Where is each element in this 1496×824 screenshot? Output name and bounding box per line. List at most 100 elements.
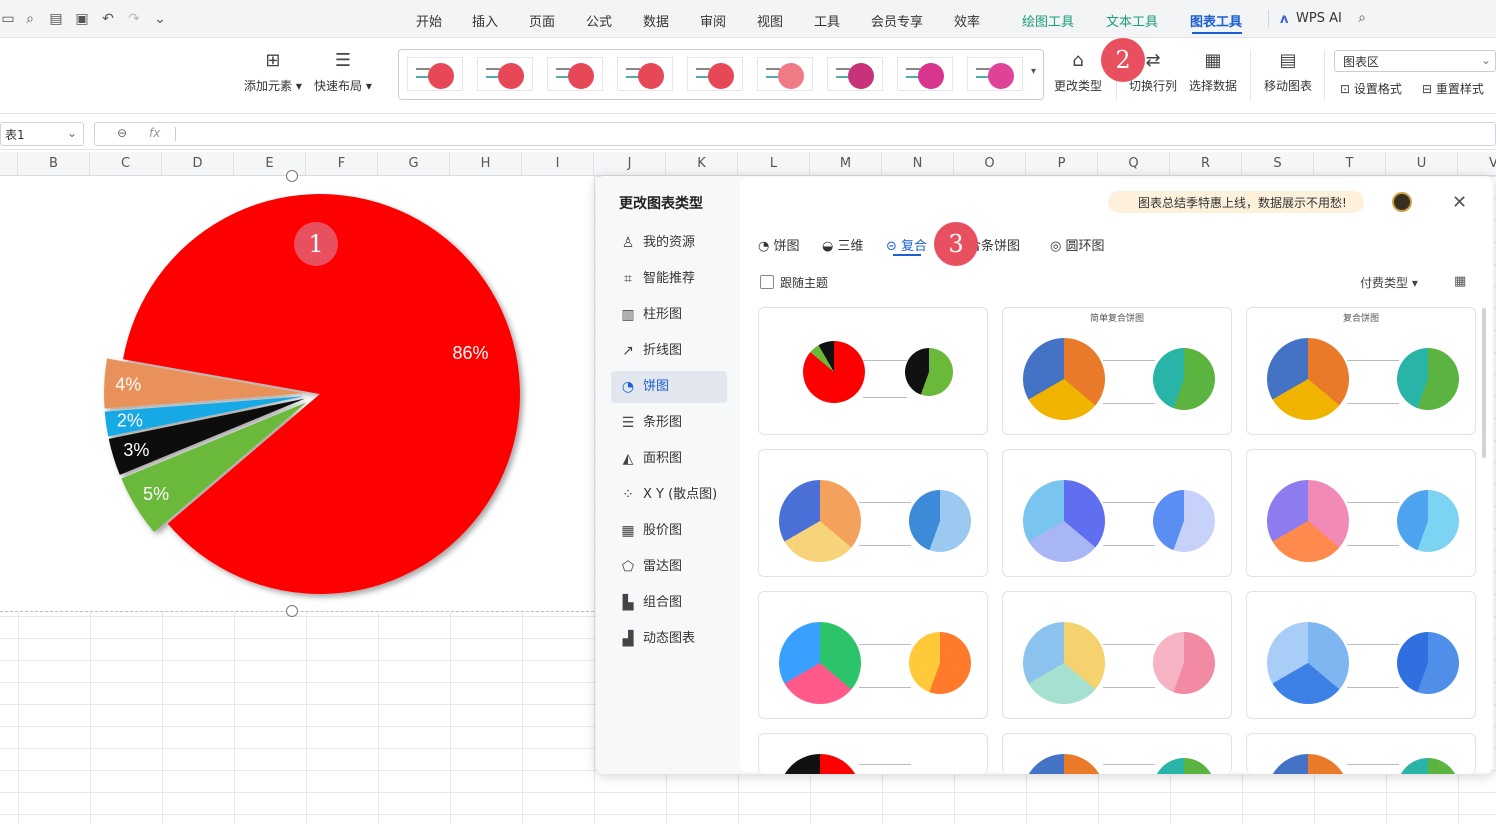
chart-template-card[interactable] xyxy=(1246,733,1476,774)
column-header[interactable]: M xyxy=(810,152,882,176)
nav-column-chart[interactable]: ▥ 柱形图 xyxy=(611,299,727,331)
column-header[interactable]: H xyxy=(450,152,522,176)
resize-handle[interactable] xyxy=(286,170,298,182)
chart-template-card[interactable]: 复合饼图 xyxy=(1246,307,1476,435)
column-header[interactable]: D xyxy=(162,152,234,176)
save-icon[interactable]: ▭ xyxy=(0,11,16,27)
nav-dynamic-chart[interactable]: ▟ 动态图表 xyxy=(611,623,727,655)
style-thumb[interactable] xyxy=(477,57,533,91)
export-icon[interactable]: ⌕ xyxy=(22,11,38,27)
column-header[interactable]: T xyxy=(1314,152,1386,176)
style-thumb[interactable] xyxy=(617,57,673,91)
column-header[interactable]: I xyxy=(522,152,594,176)
dialog-scrollbar[interactable] xyxy=(1482,308,1486,458)
chart-template-card[interactable] xyxy=(1246,449,1476,577)
tab-data[interactable]: 数据 xyxy=(643,11,669,30)
tab-formula[interactable]: 公式 xyxy=(586,11,612,30)
tab-composite[interactable]: ⊝ 复合 xyxy=(886,235,927,254)
avatar[interactable] xyxy=(1392,192,1412,212)
column-header[interactable]: F xyxy=(306,152,378,176)
chart-template-card[interactable]: 简单复合饼图 xyxy=(1002,307,1232,435)
style-thumb[interactable] xyxy=(757,57,813,91)
column-header[interactable]: J xyxy=(594,152,666,176)
column-header[interactable]: U xyxy=(1386,152,1458,176)
tab-page[interactable]: 页面 xyxy=(529,11,555,30)
column-header[interactable]: Q xyxy=(1098,152,1170,176)
column-header[interactable]: R xyxy=(1170,152,1242,176)
change-type-button[interactable]: ⌂ 更改类型 xyxy=(1054,50,1102,94)
style-thumb[interactable] xyxy=(687,57,743,91)
set-format-button[interactable]: ⊡ 设置格式 xyxy=(1340,80,1402,97)
undo-icon[interactable]: ↶ xyxy=(100,11,116,27)
quick-layout-button[interactable]: ☰ 快速布局 ▾ xyxy=(314,50,372,94)
chart-template-card[interactable] xyxy=(758,591,988,719)
tab-insert[interactable]: 插入 xyxy=(472,11,498,30)
chart-template-card[interactable] xyxy=(1002,591,1232,719)
chart-template-card[interactable] xyxy=(1246,591,1476,719)
tab-text-tools[interactable]: 文本工具 xyxy=(1106,11,1158,30)
style-thumb[interactable] xyxy=(967,57,1023,91)
tab-member[interactable]: 会员专享 xyxy=(871,11,923,30)
reset-style-button[interactable]: ⊟ 重置样式 xyxy=(1422,80,1484,97)
tab-pie[interactable]: ◔ 饼图 xyxy=(758,235,800,254)
column-header[interactable]: C xyxy=(90,152,162,176)
promo-banner[interactable]: 图表总结季特惠上线，数据展示不用愁! xyxy=(1108,191,1364,213)
nav-bar-chart[interactable]: ☰ 条形图 xyxy=(611,407,727,439)
tab-review[interactable]: 审阅 xyxy=(700,11,726,30)
redo-icon[interactable]: ↷ xyxy=(126,11,142,27)
nav-stock-chart[interactable]: ▦ 股价图 xyxy=(611,515,727,547)
search-icon[interactable]: ⌕ xyxy=(1354,10,1370,26)
nav-my-resources[interactable]: ♙ 我的资源 xyxy=(611,227,727,259)
column-header[interactable]: G xyxy=(378,152,450,176)
column-header[interactable]: P xyxy=(1026,152,1098,176)
nav-area-chart[interactable]: ◭ 面积图 xyxy=(611,443,727,475)
column-header[interactable]: O xyxy=(954,152,1026,176)
nav-scatter-chart[interactable]: ⁘ X Y (散点图) xyxy=(611,479,727,511)
column-header[interactable]: K xyxy=(666,152,738,176)
column-header[interactable]: S xyxy=(1242,152,1314,176)
style-thumb[interactable] xyxy=(897,57,953,91)
column-header[interactable]: V xyxy=(1458,152,1496,176)
grid-view-icon[interactable]: ▦ xyxy=(1454,274,1466,289)
nav-smart-recommend[interactable]: ⌗ 智能推荐 xyxy=(611,263,727,295)
column-header[interactable] xyxy=(0,152,18,176)
paid-type-dropdown[interactable]: 付费类型 ▾ xyxy=(1360,274,1418,291)
follow-theme-checkbox[interactable] xyxy=(760,275,774,289)
add-element-button[interactable]: ⊞ 添加元素 ▾ xyxy=(244,50,302,94)
formula-input[interactable]: ⊖ fx xyxy=(94,122,1496,146)
wps-ai-button[interactable]: WPS AI xyxy=(1296,11,1342,26)
zoom-icon[interactable]: ⊖ xyxy=(117,126,127,140)
style-thumb[interactable] xyxy=(547,57,603,91)
tab-tools[interactable]: 工具 xyxy=(814,11,840,30)
select-data-button[interactable]: ▦ 选择数据 xyxy=(1189,50,1237,94)
nav-combo-chart[interactable]: ▙ 组合图 xyxy=(611,587,727,619)
print-icon[interactable]: ▤ xyxy=(48,11,64,27)
nav-line-chart[interactable]: ↗ 折线图 xyxy=(611,335,727,367)
chart-template-card[interactable] xyxy=(1002,733,1232,774)
gallery-more-icon[interactable]: ▾ xyxy=(1031,66,1036,77)
tab-doughnut[interactable]: ◎ 圆环图 xyxy=(1050,235,1105,254)
resize-handle[interactable] xyxy=(286,605,298,617)
chart-template-card[interactable] xyxy=(758,733,988,774)
chevron-down-icon[interactable]: ⌄ xyxy=(152,11,168,27)
tab-chart-tools[interactable]: 图表工具 xyxy=(1190,11,1242,30)
print-preview-icon[interactable]: ▣ xyxy=(74,11,90,27)
close-icon[interactable]: ✕ xyxy=(1452,192,1467,213)
nav-pie-chart[interactable]: ◔ 饼图 xyxy=(611,371,727,403)
column-header[interactable]: B xyxy=(18,152,90,176)
name-box[interactable]: 表1 ⌄ xyxy=(0,122,84,146)
tab-view[interactable]: 视图 xyxy=(757,11,783,30)
chart-area-select[interactable]: 图表区 ⌄ xyxy=(1334,50,1496,72)
tab-3d[interactable]: ◒ 三维 xyxy=(822,235,864,254)
tab-start[interactable]: 开始 xyxy=(416,11,442,30)
tab-efficiency[interactable]: 效率 xyxy=(954,11,980,30)
move-chart-button[interactable]: ▤ 移动图表 xyxy=(1264,50,1312,94)
style-thumb[interactable] xyxy=(407,57,463,91)
style-thumb[interactable] xyxy=(827,57,883,91)
column-header[interactable]: N xyxy=(882,152,954,176)
chart-area[interactable]: 86% 5% 3% 2% 4% 1 xyxy=(0,170,594,617)
chart-template-card[interactable] xyxy=(758,307,988,435)
nav-radar-chart[interactable]: ⬠ 雷达图 xyxy=(611,551,727,583)
chart-template-card[interactable] xyxy=(1002,449,1232,577)
tab-drawing-tools[interactable]: 绘图工具 xyxy=(1022,11,1074,30)
